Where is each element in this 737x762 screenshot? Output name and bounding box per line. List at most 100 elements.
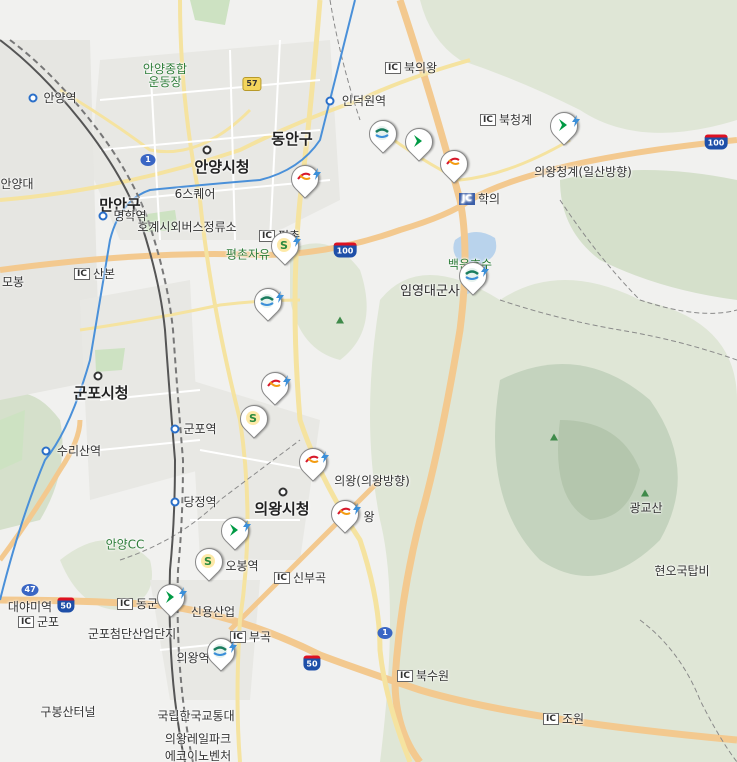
interchange-label: 북의왕 (403, 61, 438, 75)
gas-station-pin[interactable]: S (234, 399, 274, 445)
gas-station-pin[interactable] (544, 106, 584, 152)
poi-label-mobong[interactable]: 모봉 (2, 275, 24, 289)
interchange-dongun[interactable]: IC 동군 (117, 597, 158, 611)
interchange-hakui[interactable]: JC 학의 (459, 192, 500, 206)
ic-badge: IC (117, 598, 133, 610)
city-hall-marker-anyang (202, 145, 212, 155)
poi-label-wang[interactable]: 왕 (363, 510, 374, 524)
interchange-label: 북수원 (415, 669, 450, 683)
interchange-bukcheonggye[interactable]: IC 북청계 (480, 113, 532, 127)
poi-label-obong-station[interactable]: 오봉역 (225, 559, 258, 573)
route-50-shield-east: 50 (303, 655, 321, 671)
ic-badge: IC (385, 62, 401, 74)
interchange-label: 산본 (92, 267, 116, 281)
ev-charger-icon (319, 448, 331, 463)
poi-label-daeyami-text[interactable]: 대야미역 (8, 600, 52, 614)
gas-station-pin[interactable] (399, 122, 439, 168)
station-label-myeonghak[interactable]: 명학역 (113, 209, 146, 223)
station-marker-anyang (28, 93, 38, 103)
station-label-gunpo[interactable]: 군포역 (183, 422, 216, 436)
gas-station-pin[interactable] (151, 578, 191, 624)
gas-station-pin[interactable] (453, 256, 493, 302)
gas-station-pin[interactable] (363, 114, 403, 160)
city-hall-marker-uiwang (278, 487, 288, 497)
poi-label-pyeongchon-jayu[interactable]: 평촌자유 (226, 248, 270, 262)
interchange-gunpo[interactable]: IC 군포 (18, 615, 59, 629)
ic-badge: IC (74, 268, 90, 280)
gs-brand-icon (408, 131, 428, 151)
jc-badge: JC (459, 193, 475, 205)
poi-label-uiwang-rest[interactable]: 의왕(의왕방향) (334, 474, 410, 488)
poi-label-anyang-univ[interactable]: 안양대 (0, 177, 33, 191)
interchange-label: 학의 (477, 192, 501, 206)
map-base-layer (0, 0, 737, 762)
route-57-shield: 57 (242, 77, 262, 91)
poi-label-gunpo-chumdan[interactable]: 군포첨단산업단지 (88, 627, 176, 641)
ev-charger-icon (177, 584, 189, 599)
poi-label-eco-venture[interactable]: 에코이노벤처 (165, 749, 231, 762)
gas-station-pin[interactable] (325, 494, 365, 540)
poi-label-6square[interactable]: 6스퀘어 (175, 187, 216, 201)
poi-label-gubong-tunnel[interactable]: 구봉산터널 (40, 705, 95, 719)
interchange-buksuwon[interactable]: IC 북수원 (397, 669, 449, 683)
station-label-dangjeong[interactable]: 당정역 (183, 495, 216, 509)
poi-label-transport-univ[interactable]: 국립한국교통대 (157, 709, 234, 723)
gas-station-pin[interactable] (248, 282, 288, 328)
poi-label-gwanggyo[interactable]: 광교산 (629, 501, 662, 515)
interchange-sinbugok[interactable]: IC 신부곡 (274, 571, 326, 585)
city-hall-marker-gunpo (93, 371, 103, 381)
station-marker-indeogwon (325, 96, 335, 106)
interchange-label: 북청계 (498, 113, 533, 127)
poi-label-hogye-bus[interactable]: 호계시외버스정류소 (137, 220, 236, 234)
gas-station-pin[interactable]: S (189, 542, 229, 588)
city-hall-label-anyang[interactable]: 안양시청 (194, 160, 249, 175)
interchange-label: 조원 (561, 712, 585, 726)
gas-station-pin[interactable] (285, 159, 325, 205)
svg-text:S: S (280, 239, 288, 252)
ev-charger-icon (479, 262, 491, 277)
station-marker-myeonghak (98, 211, 108, 221)
route-1-shield-north: 1 (140, 154, 156, 166)
ev-charger-icon (227, 638, 239, 653)
poi-label-uiwang-cheonggye[interactable]: 의왕청계(일산방향) (534, 165, 632, 179)
route-47-shield: 47 (21, 584, 39, 596)
station-label-anyang[interactable]: 안양역 (43, 91, 76, 105)
station-marker-dangjeong (170, 497, 180, 507)
interchange-jowon[interactable]: IC 조원 (543, 712, 584, 726)
interchange-bukuiwang[interactable]: IC 북의왕 (385, 61, 437, 75)
poi-label-sinyong[interactable]: 신용산업 (191, 605, 235, 619)
poi-label-anyang-cc[interactable]: 안양CC (106, 538, 145, 552)
poi-label-hyeono-tower[interactable]: 현오국탑비 (654, 564, 709, 578)
station-label-surisan[interactable]: 수리산역 (57, 444, 101, 458)
mountain-icon-north (336, 316, 344, 324)
interchange-label: 신부곡 (292, 571, 327, 585)
soil-brand-icon: S (243, 408, 263, 428)
ic-badge: IC (480, 114, 496, 126)
svg-text:S: S (249, 412, 257, 425)
map-canvas[interactable]: 57 1 1 47 100 100 50 50 동안구 만안구 안양시청 군포시… (0, 0, 737, 762)
poi-label-uiwang-railpark[interactable]: 의왕레일파크 (165, 732, 231, 746)
poi-label-anyang-stadium[interactable]: 안양종합 운동장 (143, 63, 187, 89)
hd-brand-icon (372, 123, 392, 143)
interchange-sanbon[interactable]: IC 산본 (74, 267, 115, 281)
soil-brand-icon: S (198, 551, 218, 571)
station-label-indeogwon[interactable]: 인덕원역 (342, 94, 386, 108)
gas-station-pin[interactable] (201, 632, 241, 678)
route-100-shield-east: 100 (704, 134, 728, 150)
ic-badge: IC (274, 572, 290, 584)
ev-charger-icon (570, 112, 582, 127)
route-50-shield-west: 50 (57, 597, 75, 613)
ev-charger-icon (351, 500, 363, 515)
poi-label-imyeong[interactable]: 임영대군사 (400, 285, 460, 299)
gas-station-pin[interactable] (293, 442, 333, 488)
ev-charger-icon (241, 517, 253, 532)
city-hall-label-uiwang[interactable]: 의왕시청 (254, 502, 309, 517)
station-marker-surisan (41, 446, 51, 456)
mountain-icon-gwanggyo (641, 489, 649, 497)
ic-badge: IC (18, 616, 34, 628)
gas-station-pin[interactable]: S (265, 226, 305, 272)
interchange-label: 부곡 (248, 630, 272, 644)
interchange-label: 군포 (36, 615, 60, 629)
gas-station-pin[interactable] (434, 144, 474, 190)
city-hall-label-gunpo[interactable]: 군포시청 (73, 386, 128, 401)
